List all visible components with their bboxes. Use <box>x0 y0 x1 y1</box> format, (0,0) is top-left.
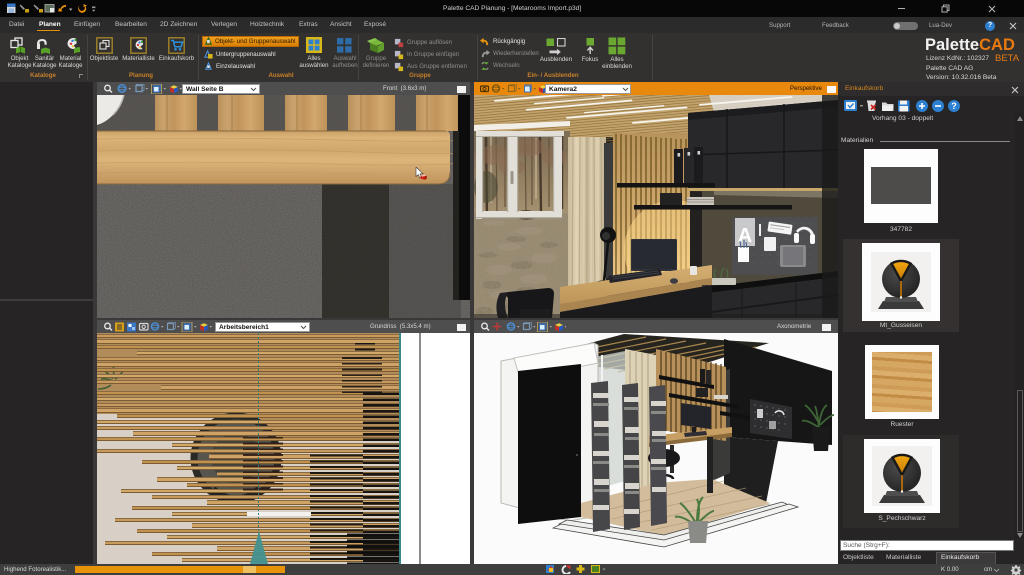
svg-text:?: ? <box>951 101 957 111</box>
